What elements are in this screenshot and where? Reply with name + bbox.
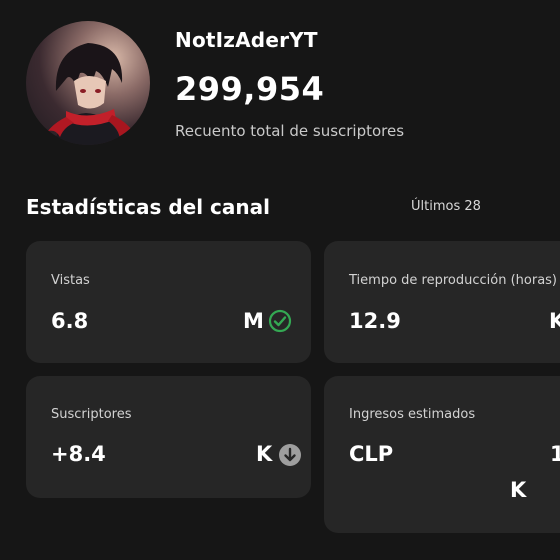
stat-unit: K bbox=[256, 442, 273, 466]
stat-label: Suscriptores bbox=[51, 407, 132, 422]
stat-unit: K bbox=[510, 478, 527, 502]
stat-value: CLP bbox=[349, 442, 394, 466]
avatar[interactable] bbox=[26, 21, 150, 145]
stat-label: Ingresos estimados bbox=[349, 407, 476, 422]
period-selector[interactable]: Últimos 28 bbox=[411, 199, 481, 214]
stat-value: +8.4 bbox=[51, 442, 106, 466]
stat-card-revenue[interactable]: Ingresos estimados CLP 1 K bbox=[324, 376, 560, 533]
stat-card-views[interactable]: Vistas 6.8 M bbox=[26, 241, 311, 363]
subscriber-caption: Recuento total de suscriptores bbox=[175, 122, 405, 140]
stat-card-watch-time[interactable]: Tiempo de reproducción (horas) 12.9 K bbox=[324, 241, 560, 363]
stat-value: 12.9 bbox=[349, 309, 401, 333]
stat-card-subscribers[interactable]: Suscriptores +8.4 K bbox=[26, 376, 311, 498]
stat-label: Tiempo de reproducción (horas) bbox=[349, 273, 557, 288]
avatar-illustration bbox=[48, 43, 134, 145]
channel-dashboard: NotIzAderYT 299,954 Recuento total de su… bbox=[0, 0, 560, 560]
stat-unit: M bbox=[243, 309, 264, 333]
stat-label: Vistas bbox=[51, 273, 90, 288]
stat-value: 6.8 bbox=[51, 309, 89, 333]
stat-unit: K bbox=[549, 309, 560, 333]
stat-value-amount: 1 bbox=[550, 442, 560, 466]
arrow-down-circle-icon bbox=[279, 444, 301, 466]
check-circle-icon bbox=[268, 309, 292, 333]
channel-name: NotIzAderYT bbox=[175, 28, 318, 52]
subscriber-count: 299,954 bbox=[175, 70, 325, 108]
section-title: Estadísticas del canal bbox=[26, 195, 270, 219]
